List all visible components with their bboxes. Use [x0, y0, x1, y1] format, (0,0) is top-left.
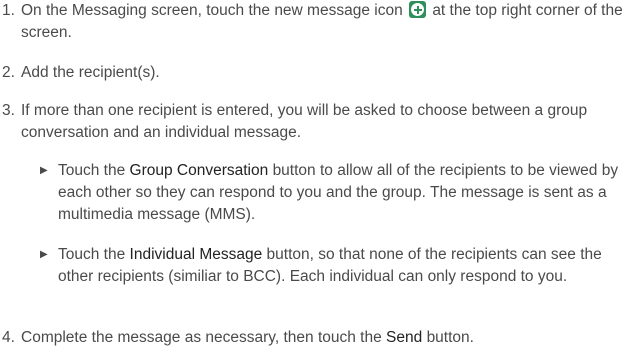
step-4: 4. Complete the message as necessary, th… [2, 327, 631, 349]
bullet-1-prefix: Touch the [58, 162, 126, 179]
step-1-number: 1. [2, 2, 15, 19]
step-1-text-before: On the Messaging screen, touch the new m… [21, 2, 403, 19]
step-3-text: If more than one recipient is entered, y… [21, 102, 588, 141]
send-label: Send [386, 329, 423, 346]
step-2-number: 2. [2, 64, 15, 81]
step-2-text: Add the recipient(s). [21, 64, 160, 81]
step-4-text-before: Complete the message as necessary, then … [21, 329, 382, 346]
triangle-bullet-icon: ▶ [40, 249, 48, 260]
step-4-text-after: button. [426, 329, 474, 346]
step-3-number: 3. [2, 102, 15, 119]
step-4-number: 4. [2, 329, 15, 346]
step-1: 1. On the Messaging screen, touch the ne… [2, 0, 631, 44]
step-3: 3. If more than one recipient is entered… [2, 100, 631, 144]
step-2: 2. Add the recipient(s). [2, 62, 631, 84]
group-conversation-label: Group Conversation [129, 162, 269, 179]
bullet-group-conversation: ▶ Touch the Group Conversation button to… [40, 160, 629, 226]
individual-message-label: Individual Message [129, 246, 263, 263]
triangle-bullet-icon: ▶ [40, 165, 48, 176]
new-message-icon [409, 1, 426, 18]
bullet-individual-message: ▶ Touch the Individual Message button, s… [40, 244, 629, 288]
bullet-2-prefix: Touch the [58, 246, 126, 263]
instructions-document: 1. On the Messaging screen, touch the ne… [0, 0, 639, 352]
